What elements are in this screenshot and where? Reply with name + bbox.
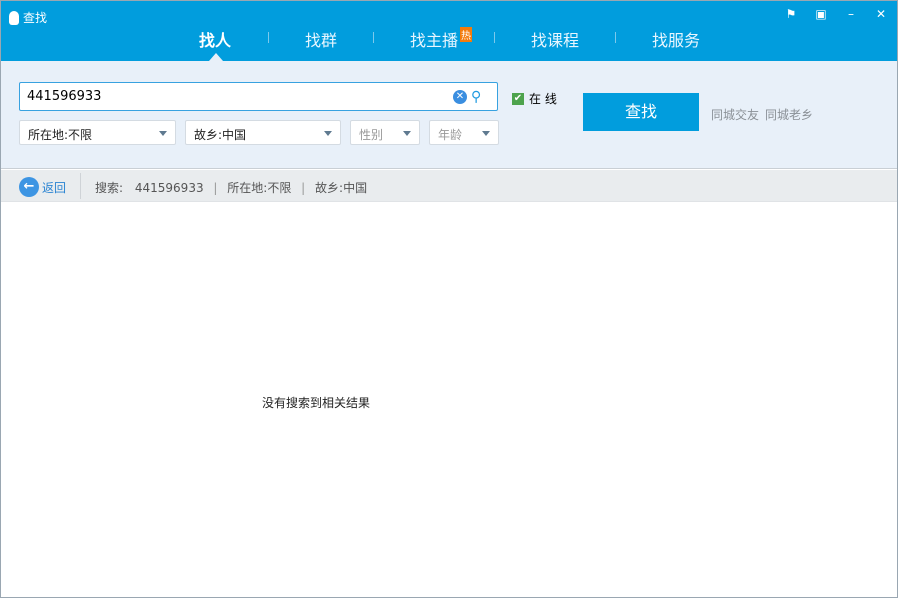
chevron-down-icon xyxy=(159,131,167,136)
tab-find-service[interactable]: 找服务 xyxy=(652,27,700,51)
search-box[interactable]: ✕ ⚲ xyxy=(19,82,498,111)
location-dropdown[interactable]: 所在地:不限 xyxy=(19,120,176,145)
location-value: 所在地:不限 xyxy=(28,128,93,142)
age-dropdown[interactable]: 年龄 xyxy=(429,120,499,145)
age-placeholder: 年龄 xyxy=(438,128,463,142)
empty-results-message: 没有搜索到相关结果 xyxy=(262,396,371,410)
tab-divider xyxy=(494,32,495,43)
clear-icon[interactable]: ✕ xyxy=(453,90,467,104)
window-title-text: 查找 xyxy=(23,11,48,25)
tab-label: 找主播 xyxy=(410,31,459,50)
online-checkbox[interactable]: ✔ 在 线 xyxy=(512,90,557,107)
active-tab-indicator xyxy=(209,53,223,61)
search-input[interactable] xyxy=(27,89,447,104)
feedback-icon[interactable]: ⚑ xyxy=(783,7,799,21)
tab-find-course[interactable]: 找课程 xyxy=(531,27,579,51)
tab-find-group[interactable]: 找群 xyxy=(305,27,337,51)
close-button[interactable]: ✕ xyxy=(873,7,889,21)
results-bar: ← 返回 搜索: 441596933 | 所在地:不限 | 故乡:中国 xyxy=(1,170,897,202)
divider xyxy=(80,173,81,199)
checkbox-checked-icon[interactable]: ✔ xyxy=(512,92,524,105)
search-panel: ✕ ⚲ ✔ 在 线 所在地:不限 故乡:中国 性别 年龄 查找 同城交友同城老乡 xyxy=(1,61,897,169)
find-window: 查找 ⚑ ▣ – ✕ 找人 找群 找主播热 找课程 找服务 ✕ ⚲ ✔ 在 线 所… xyxy=(0,0,898,598)
search-button[interactable]: 查找 xyxy=(583,93,699,131)
tab-find-people[interactable]: 找人 xyxy=(199,27,231,51)
hometown-dropdown[interactable]: 故乡:中国 xyxy=(185,120,341,145)
tab-divider xyxy=(615,32,616,43)
back-arrow-icon: ← xyxy=(19,177,39,197)
hometown-value: 故乡:中国 xyxy=(194,128,247,142)
same-city-friends-link[interactable]: 同城交友 xyxy=(711,108,759,122)
tab-find-streamer[interactable]: 找主播热 xyxy=(410,27,473,51)
online-label: 在 线 xyxy=(529,92,557,106)
location-filter: 所在地:不限 xyxy=(227,181,292,195)
lock-icon[interactable]: ▣ xyxy=(813,7,829,21)
same-city-hometown-link[interactable]: 同城老乡 xyxy=(765,108,813,122)
hometown-filter: 故乡:中国 xyxy=(315,181,368,195)
tab-divider xyxy=(373,32,374,43)
query-value: 441596933 xyxy=(134,181,204,195)
back-button[interactable]: ← 返回 xyxy=(19,177,66,197)
hot-badge: 热 xyxy=(460,27,473,42)
gender-dropdown[interactable]: 性别 xyxy=(350,120,420,145)
window-title: 查找 xyxy=(9,9,47,26)
title-bar: 查找 ⚑ ▣ – ✕ 找人 找群 找主播热 找课程 找服务 xyxy=(1,1,897,61)
tab-divider xyxy=(268,32,269,43)
chevron-down-icon xyxy=(403,131,411,136)
gender-placeholder: 性别 xyxy=(359,128,384,142)
minimize-button[interactable]: – xyxy=(843,7,859,21)
chevron-down-icon xyxy=(324,131,332,136)
chevron-down-icon xyxy=(482,131,490,136)
query-label: 搜索: xyxy=(95,181,124,195)
back-label: 返回 xyxy=(42,180,67,195)
separator: | xyxy=(213,181,218,195)
separator: | xyxy=(301,181,306,195)
location-pin-icon[interactable]: ⚲ xyxy=(471,89,481,105)
search-summary: 搜索: 441596933 | 所在地:不限 | 故乡:中国 xyxy=(95,179,367,196)
qq-penguin-icon xyxy=(9,10,19,25)
